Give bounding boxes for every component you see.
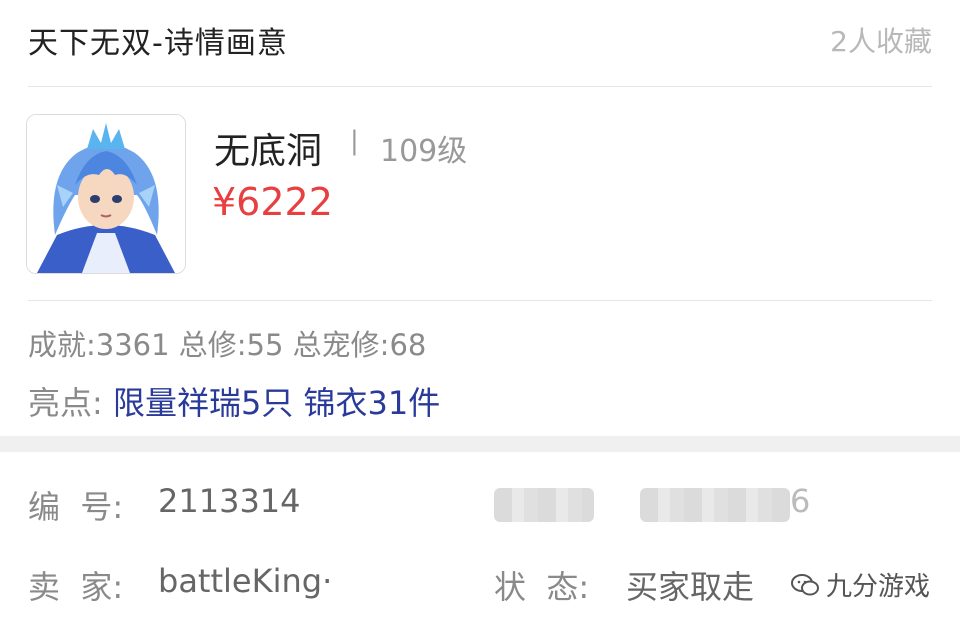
character-level: 109级 [380,134,468,169]
seller-value[interactable]: battleKing· [158,562,332,600]
divider [28,300,932,301]
blurred-info [640,488,790,522]
blurred-tail: 6 [790,482,811,520]
character-portrait-icon [27,115,185,273]
character-name: 无底洞 [214,131,323,172]
character-stats: 成就:3361 总修:55 总宠修:68 [28,328,427,362]
highlights-label: 亮点: [28,384,103,422]
server-title: 天下无双-诗情画意 [28,26,288,61]
listing-card[interactable]: 天下无双-诗情画意 2人收藏 无底洞 | 109级 ¥6222 成就:3361 … [0,0,960,436]
id-label: 编 号: [28,488,124,526]
wechat-icon [790,573,819,595]
id-value: 2113314 [158,482,301,520]
highlights-value: 限量祥瑞5只 锦衣31件 [112,384,441,422]
highlights: 亮点: 限量祥瑞5只 锦衣31件 [28,378,440,424]
price: ¥6222 [212,180,333,224]
watermark-text: 九分游戏 [825,572,930,602]
character-avatar[interactable] [26,114,186,274]
divider [28,86,932,87]
separator: | [350,126,359,156]
status-value: 买家取走 [626,568,755,606]
blurred-info [494,488,594,522]
favorites-count[interactable]: 2人收藏 [830,20,932,60]
seller-label: 卖 家: [28,568,124,606]
status-label: 状 态: [494,568,590,606]
watermark: 九分游戏 [790,566,930,603]
